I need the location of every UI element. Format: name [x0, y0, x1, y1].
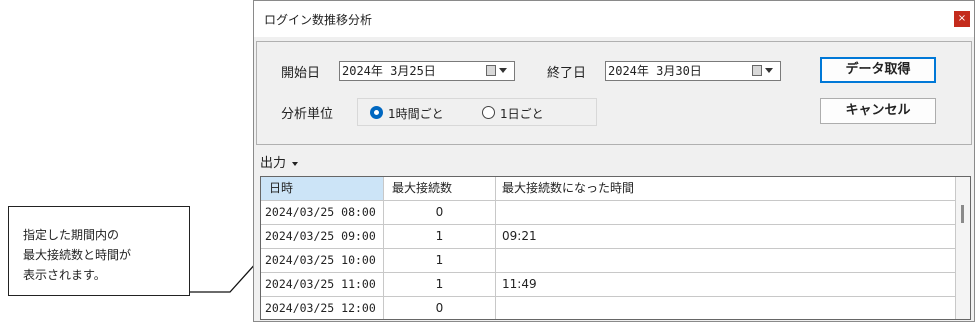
- start-date-picker[interactable]: 2024年 3月25日: [339, 61, 515, 81]
- results-grid[interactable]: 日時 最大接続数 最大接続数になった時間 2024/03/25 08:00 0 …: [260, 176, 971, 320]
- cell-max-connections: 1: [384, 249, 496, 273]
- start-date-label: 開始日: [281, 66, 321, 81]
- table-row[interactable]: 2024/03/25 12:00 0: [261, 297, 970, 319]
- title-bar: ログイン数推移分析 ×: [254, 1, 974, 37]
- cell-max-connections: 0: [384, 297, 496, 319]
- start-calendar-dropdown-icon[interactable]: [486, 64, 512, 78]
- callout-line-1: 指定した期間内の: [23, 228, 120, 242]
- end-calendar-dropdown-icon[interactable]: [752, 64, 778, 78]
- cell-datetime: 2024/03/25 08:00: [261, 201, 384, 225]
- radio-daily-label: 1日ごと: [500, 107, 544, 121]
- output-menu[interactable]: 出力: [260, 152, 299, 171]
- end-date-picker[interactable]: 2024年 3月30日: [605, 61, 781, 81]
- scrollbar-thumb[interactable]: [961, 205, 964, 223]
- cell-peak-time: 09:21: [496, 225, 956, 249]
- callout-line-3: 表示されます。: [23, 268, 106, 282]
- grid-header-row: 日時 最大接続数 最大接続数になった時間: [261, 177, 970, 201]
- calendar-icon: [752, 65, 762, 76]
- callout-note: 指定した期間内の 最大接続数と時間が 表示されます。: [8, 206, 190, 296]
- radio-unselected-icon: [482, 106, 495, 119]
- chevron-down-icon: [499, 68, 507, 73]
- column-header-datetime[interactable]: 日時: [261, 177, 384, 201]
- chevron-down-icon: [765, 68, 773, 73]
- column-header-max-connections[interactable]: 最大接続数: [384, 177, 496, 201]
- start-date-value: 2024年 3月25日: [342, 64, 436, 78]
- query-form: 開始日 2024年 3月25日 終了日 2024年 3月30日 データ取得 分析…: [256, 41, 972, 145]
- table-row[interactable]: 2024/03/25 09:00 1 09:21: [261, 225, 970, 249]
- chevron-down-icon: [292, 161, 299, 166]
- cell-max-connections: 1: [384, 225, 496, 249]
- fetch-data-button[interactable]: データ取得: [820, 57, 936, 83]
- callout-line-2: 最大接続数と時間が: [23, 248, 132, 262]
- end-date-value: 2024年 3月30日: [608, 64, 702, 78]
- table-row[interactable]: 2024/03/25 08:00 0: [261, 201, 970, 225]
- cell-peak-time: [496, 297, 956, 319]
- cell-datetime: 2024/03/25 11:00: [261, 273, 384, 297]
- cell-datetime: 2024/03/25 09:00: [261, 225, 384, 249]
- radio-selected-icon: [370, 106, 383, 119]
- analysis-unit-radio-group: 1時間ごと 1日ごと: [357, 98, 597, 126]
- close-button[interactable]: ×: [954, 11, 970, 27]
- cell-datetime: 2024/03/25 12:00: [261, 297, 384, 319]
- vertical-scrollbar[interactable]: [956, 177, 970, 319]
- calendar-icon: [486, 65, 496, 76]
- table-row[interactable]: 2024/03/25 10:00 1: [261, 249, 970, 273]
- table-row[interactable]: 2024/03/25 11:00 1 11:49: [261, 273, 970, 297]
- window-title: ログイン数推移分析: [264, 13, 373, 27]
- cell-max-connections: 1: [384, 273, 496, 297]
- login-analysis-window: ログイン数推移分析 × 開始日 2024年 3月25日 終了日 2024年 3月…: [253, 0, 975, 322]
- column-header-peak-time[interactable]: 最大接続数になった時間: [496, 177, 956, 201]
- cancel-button[interactable]: キャンセル: [820, 98, 936, 124]
- cell-peak-time: [496, 201, 956, 225]
- analysis-unit-label: 分析単位: [281, 107, 334, 122]
- cell-peak-time: 11:49: [496, 273, 956, 297]
- output-menu-label: 出力: [260, 156, 287, 171]
- cell-peak-time: [496, 249, 956, 273]
- cell-max-connections: 0: [384, 201, 496, 225]
- radio-hourly-label: 1時間ごと: [388, 107, 444, 121]
- end-date-label: 終了日: [547, 66, 587, 81]
- cell-datetime: 2024/03/25 10:00: [261, 249, 384, 273]
